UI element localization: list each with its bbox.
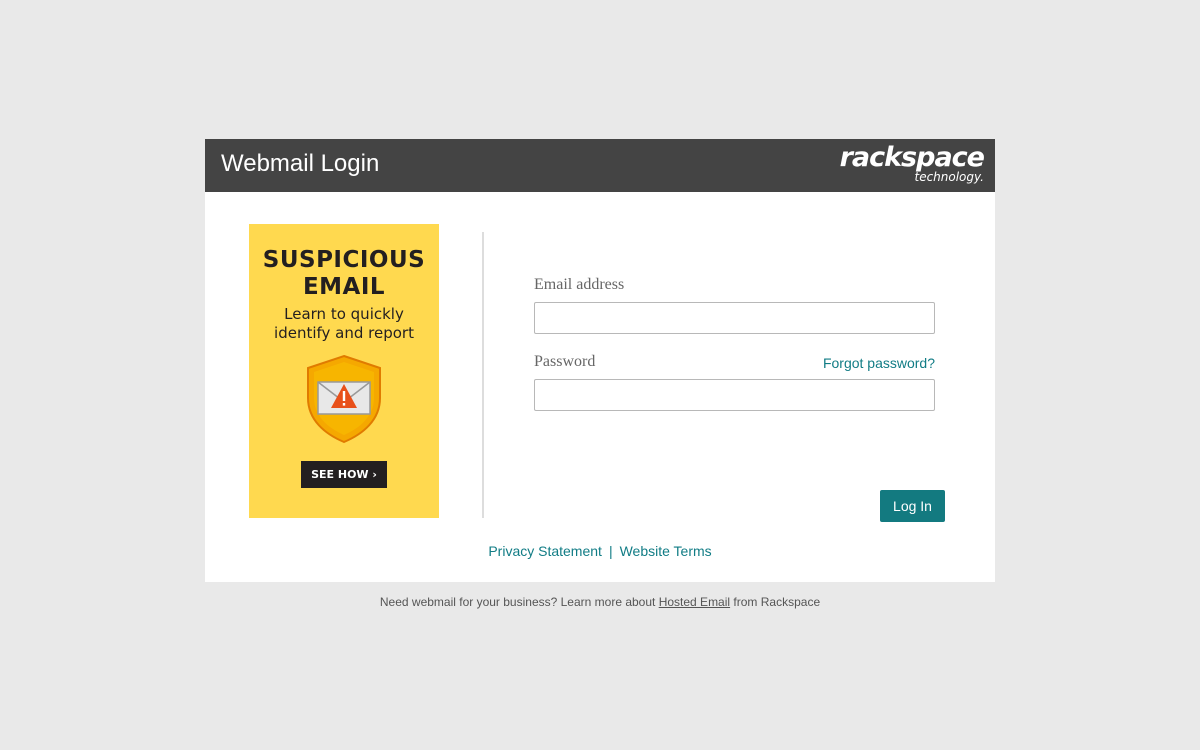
ad-subtitle: Learn to quickly identify and report — [249, 305, 439, 343]
note-prefix: Need webmail for your business? Learn mo… — [379, 595, 656, 609]
shield-envelope-warning-icon — [307, 354, 381, 444]
login-card: Webmail Login rackspace technology. SUSP… — [205, 139, 995, 582]
hosted-email-note: Need webmail for your business? Learn mo… — [0, 595, 1200, 609]
header-bar: Webmail Login rackspace technology. — [205, 139, 995, 192]
note-suffix: from Rackspace — [733, 595, 821, 609]
email-label: Email address — [534, 276, 625, 293]
page-title: Webmail Login — [221, 150, 380, 177]
website-terms-link[interactable]: Website Terms — [620, 543, 712, 559]
email-field[interactable] — [534, 302, 935, 334]
ad-headline-line1: SUSPICIOUS — [262, 247, 426, 273]
ad-subtitle-line1: Learn to quickly — [284, 305, 404, 323]
privacy-statement-link[interactable]: Privacy Statement — [488, 543, 602, 559]
log-in-button[interactable]: Log In — [880, 490, 945, 522]
password-label: Password — [534, 353, 596, 370]
vertical-divider — [482, 232, 484, 518]
footer-links: Privacy Statement | Website Terms — [205, 543, 995, 559]
forgot-password-link[interactable]: Forgot password? — [823, 355, 935, 371]
suspicious-email-ad[interactable]: SUSPICIOUS EMAIL Learn to quickly identi… — [249, 224, 439, 518]
ad-subtitle-line2: identify and report — [274, 324, 414, 342]
logo-wordmark: rackspace — [839, 142, 985, 173]
password-field[interactable] — [534, 379, 935, 411]
hosted-email-link[interactable]: Hosted Email — [659, 595, 730, 609]
see-how-button[interactable]: SEE HOW › — [301, 461, 387, 488]
rackspace-logo: rackspace technology. — [839, 142, 985, 184]
ad-headline-line2: EMAIL — [302, 274, 386, 300]
footer-separator: | — [608, 543, 613, 559]
ad-headline: SUSPICIOUS EMAIL — [249, 247, 439, 301]
